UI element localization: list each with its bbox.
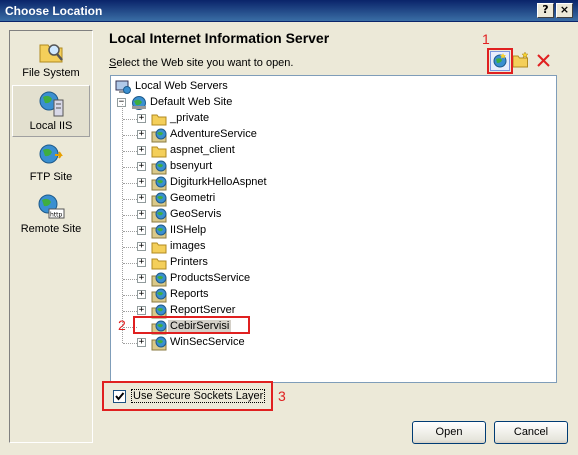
- title-bar: Choose Location ? ×: [0, 0, 578, 22]
- tree-node-label: Geometri: [170, 192, 216, 204]
- location-nav-panel: File System Local IIS FTP Site http Remo…: [9, 30, 93, 443]
- web-application-icon: [151, 336, 167, 351]
- tree-connector-line: [123, 231, 137, 232]
- instruction-rest: elect the Web site you want to open.: [116, 57, 294, 69]
- folder-icon: [151, 258, 167, 270]
- web-application-icon: [151, 272, 167, 287]
- web-application-icon: [151, 288, 167, 303]
- nav-item-remote-site[interactable]: http Remote Site: [12, 189, 90, 241]
- tree-connector-line: [123, 295, 137, 296]
- callout-number-1: 1: [482, 31, 490, 47]
- tree-node-label: bsenyurt: [170, 160, 213, 172]
- tree-node-label: Local Web Servers: [135, 80, 228, 92]
- expand-toggle[interactable]: +: [137, 290, 146, 299]
- tree-connector-line: [123, 279, 137, 280]
- web-site-icon: [132, 96, 146, 110]
- site-tree[interactable]: Local Web Servers − Default Web Site + _p…: [110, 75, 557, 383]
- new-virtual-directory-icon: [512, 51, 529, 68]
- delete-icon: [537, 54, 550, 67]
- instruction-text: Select the Web site you want to open.: [109, 57, 293, 69]
- expand-toggle[interactable]: +: [137, 114, 146, 123]
- tree-connector-line: [123, 167, 137, 168]
- open-button[interactable]: Open: [412, 421, 486, 444]
- folder-icon: [151, 242, 167, 254]
- tree-node-label: Default Web Site: [150, 96, 233, 108]
- nav-item-label: FTP Site: [29, 171, 73, 183]
- iis-server-icon: [39, 91, 64, 117]
- tree-node-label: aspnet_client: [170, 144, 235, 156]
- cancel-button[interactable]: Cancel: [494, 421, 568, 444]
- expand-toggle[interactable]: +: [137, 258, 146, 267]
- callout-number-3: 3: [278, 388, 286, 404]
- close-button[interactable]: ×: [556, 3, 573, 18]
- web-servers-icon: [115, 80, 131, 94]
- nav-item-local-iis[interactable]: Local IIS: [12, 85, 90, 137]
- expand-toggle[interactable]: +: [137, 242, 146, 251]
- callout-box-1: [487, 48, 513, 74]
- web-application-icon: [151, 224, 167, 239]
- expand-toggle[interactable]: +: [137, 306, 146, 315]
- nav-item-file-system[interactable]: File System: [12, 33, 90, 85]
- web-application-icon: [151, 208, 167, 223]
- tree-node-label: Printers: [170, 256, 208, 268]
- callout-box-2: [133, 316, 250, 334]
- tree-node-label: DigiturkHelloAspnet: [170, 176, 267, 188]
- ssl-label-text: Use Secure Sockets Layer: [131, 389, 266, 403]
- expand-toggle[interactable]: +: [137, 274, 146, 283]
- nav-item-label: Local IIS: [29, 120, 73, 132]
- expand-toggle[interactable]: +: [137, 210, 146, 219]
- web-application-icon: [151, 192, 167, 207]
- tree-node-label: images: [170, 240, 206, 252]
- tree-node-label: Reports: [170, 288, 209, 300]
- nav-item-ftp-site[interactable]: FTP Site: [12, 137, 90, 189]
- ssl-checkbox-label[interactable]: Use Secure Sockets Layer: [131, 389, 266, 403]
- tree-connector-line: [123, 343, 137, 344]
- ftp-globe-icon: [39, 144, 63, 164]
- window-title: Choose Location: [5, 4, 103, 18]
- tree-connector-line: [122, 104, 123, 343]
- tree-connector-line: [123, 215, 137, 216]
- create-virtual-directory-button[interactable]: [512, 51, 532, 71]
- expand-toggle[interactable]: +: [137, 162, 146, 171]
- folder-search-icon: [39, 44, 63, 63]
- tree-node-label: IISHelp: [170, 224, 207, 236]
- checkmark-icon: [115, 392, 125, 401]
- tree-connector-line: [123, 247, 137, 248]
- expand-toggle[interactable]: +: [137, 194, 146, 203]
- tree-connector-line: [123, 119, 137, 120]
- web-application-icon: [151, 160, 167, 175]
- tree-connector-line: [123, 135, 137, 136]
- tree-node-label: WinSecService: [170, 336, 245, 348]
- tree-node-label: ReportServer: [170, 304, 236, 316]
- remote-http-icon: http: [38, 194, 65, 219]
- folder-icon: [151, 146, 167, 158]
- nav-item-label: File System: [22, 67, 80, 79]
- folder-icon: [151, 114, 167, 126]
- web-application-icon: [151, 176, 167, 191]
- tree-node-label: _private: [170, 112, 210, 124]
- tree-connector-line: [123, 311, 137, 312]
- nav-item-label: Remote Site: [20, 223, 82, 235]
- tree-node-label: GeoServis: [170, 208, 222, 220]
- tree-connector-line: [123, 151, 137, 152]
- ssl-checkbox[interactable]: [113, 390, 126, 403]
- expand-toggle[interactable]: +: [137, 226, 146, 235]
- expand-toggle[interactable]: +: [137, 338, 146, 347]
- callout-number-2: 2: [118, 317, 126, 333]
- page-title: Local Internet Information Server: [109, 30, 330, 46]
- tree-node-label: ProductsService: [170, 272, 251, 284]
- tree-connector-line: [123, 263, 137, 264]
- svg-text:http: http: [50, 212, 63, 219]
- delete-button[interactable]: [535, 51, 555, 71]
- help-button[interactable]: ?: [537, 3, 554, 18]
- tree-node-label: AdventureService: [170, 128, 257, 140]
- expand-toggle[interactable]: +: [137, 178, 146, 187]
- expand-toggle[interactable]: +: [137, 130, 146, 139]
- tree-connector-line: [123, 199, 137, 200]
- web-application-icon: [151, 128, 167, 143]
- expand-toggle[interactable]: +: [137, 146, 146, 155]
- tree-connector-line: [123, 183, 137, 184]
